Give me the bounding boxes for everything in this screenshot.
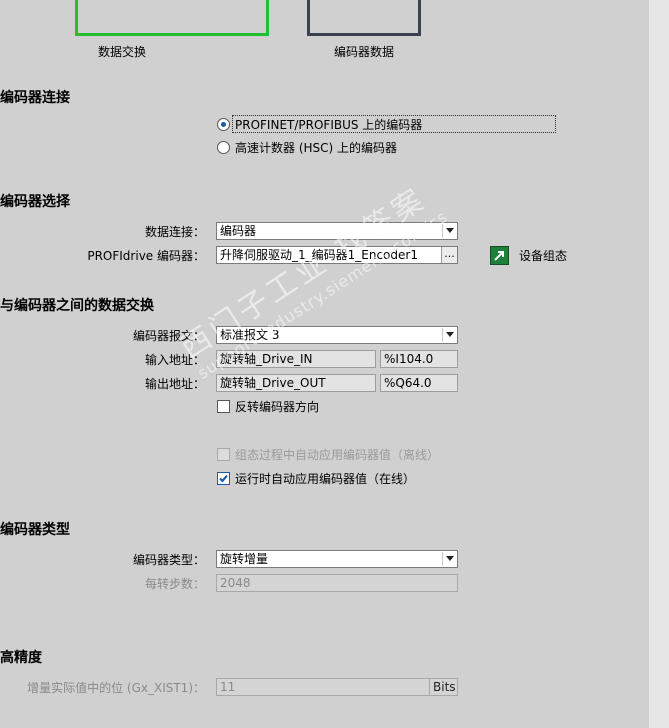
section-encoder-selection: 编码器选择 (0, 194, 70, 210)
chevron-down-icon[interactable] (442, 328, 456, 342)
output-address-value: %Q64.0 (384, 376, 432, 390)
steps-per-rev-label: 每转步数： (144, 577, 205, 591)
output-address-label: 输出地址： (144, 377, 205, 391)
encoder-type-dropdown[interactable]: 旋转增量 (216, 550, 458, 568)
output-tag-value: 旋转轴_Drive_OUT (220, 376, 326, 390)
encoder-type-label: 编码器类型： (132, 553, 205, 567)
radio-hsc-encoder[interactable] (217, 141, 230, 154)
bits-value: 11 (220, 680, 236, 694)
input-address-field: %I104.0 (380, 350, 458, 368)
bits-field: 11 (216, 678, 430, 696)
chevron-down-icon[interactable] (442, 552, 456, 566)
device-config-icon[interactable] (490, 246, 509, 265)
section-high-precision: 高精度 (0, 650, 42, 666)
section-encoder-connection: 编码器连接 (0, 90, 70, 106)
telegram-value: 标准报文 3 (220, 328, 280, 342)
chevron-down-icon[interactable] (442, 224, 456, 238)
data-exchange-caption: 数据交换 (97, 45, 146, 59)
invert-direction-label[interactable]: 反转编码器方向 (235, 398, 319, 415)
data-connection-value: 编码器 (220, 224, 257, 238)
section-data-exchange: 与编码器之间的数据交换 (0, 298, 154, 314)
profidrive-encoder-value: 升降伺服驱动_1_编码器1_Encoder1 (220, 248, 418, 262)
auto-apply-offline-checkbox (217, 448, 230, 461)
output-address-field: %Q64.0 (380, 374, 458, 392)
bits-unit-text: Bits (433, 680, 456, 694)
browse-button[interactable]: ... (441, 247, 457, 263)
auto-apply-offline-label: 组态过程中自动应用编码器值（离线） (235, 448, 440, 462)
encoder-data-caption: 编码器数据 (333, 45, 394, 59)
auto-apply-online-checkbox[interactable] (217, 472, 230, 485)
section-encoder-type: 编码器类型 (0, 522, 70, 538)
vertical-scrollbar[interactable] (649, 0, 669, 728)
radio-hsc-label[interactable]: 高速计数器 (HSC) 上的编码器 (235, 139, 397, 156)
profidrive-encoder-label: PROFIdrive 编码器： (87, 249, 205, 263)
radio-profinet-label[interactable]: PROFINET/PROFIBUS 上的编码器 (235, 116, 422, 133)
input-tag-field: 旋转轴_Drive_IN (216, 350, 376, 368)
steps-per-rev-field: 2048 (216, 574, 458, 592)
bits-unit: Bits (429, 678, 458, 696)
bits-label: 增量实际值中的位 (Gx_XIST1)： (27, 681, 205, 695)
input-address-label: 输入地址： (144, 353, 205, 367)
encoder-data-box[interactable] (307, 0, 421, 36)
telegram-dropdown[interactable]: 标准报文 3 (216, 326, 458, 344)
auto-apply-online-label[interactable]: 运行时自动应用编码器值（在线） (235, 470, 415, 487)
invert-direction-checkbox[interactable] (217, 400, 230, 413)
encoder-type-value: 旋转增量 (220, 552, 269, 566)
input-tag-value: 旋转轴_Drive_IN (220, 352, 313, 366)
profidrive-encoder-field[interactable]: 升降伺服驱动_1_编码器1_Encoder1 ... (216, 246, 458, 264)
telegram-label: 编码器报文： (132, 329, 205, 343)
device-config-link[interactable]: 设备组态 (519, 247, 567, 264)
steps-per-rev-value: 2048 (220, 576, 251, 590)
checkmark-icon (219, 474, 228, 483)
input-address-value: %I104.0 (384, 352, 434, 366)
data-connection-dropdown[interactable]: 编码器 (216, 222, 458, 240)
data-exchange-box[interactable] (75, 0, 269, 36)
data-connection-label: 数据连接： (144, 225, 205, 239)
output-tag-field: 旋转轴_Drive_OUT (216, 374, 376, 392)
radio-profinet-encoder[interactable] (217, 118, 230, 131)
